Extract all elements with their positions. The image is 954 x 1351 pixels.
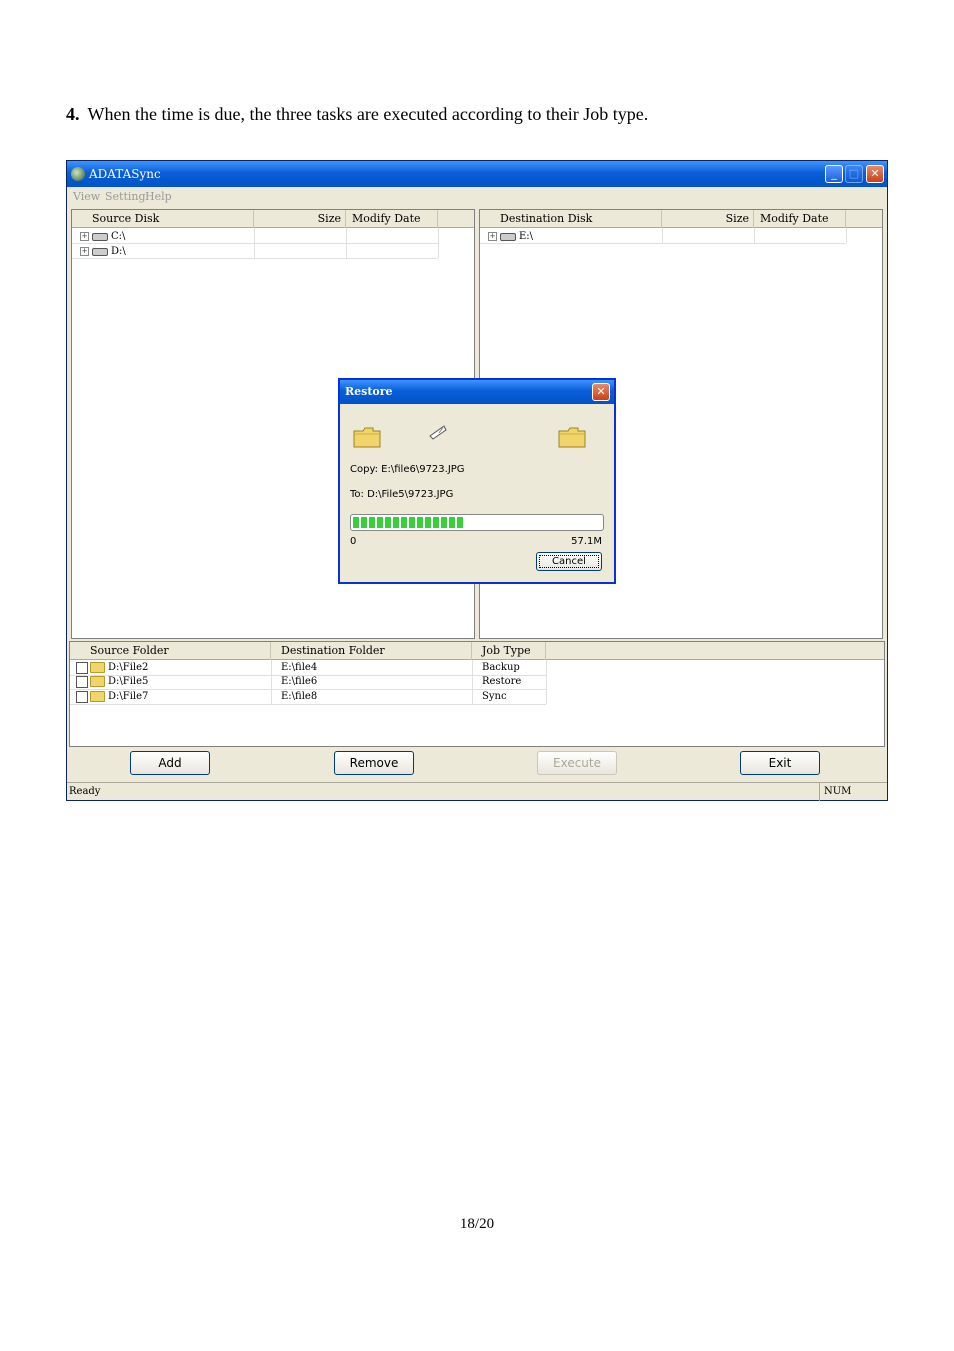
grid-line xyxy=(70,675,546,676)
status-text: Ready xyxy=(69,786,101,797)
close-icon[interactable]: ✕ xyxy=(592,383,610,401)
cancel-button[interactable]: Cancel xyxy=(536,552,602,571)
grid-line xyxy=(72,258,438,259)
col-modify-date[interactable]: Modify Date xyxy=(754,210,846,228)
copy-destination-text: To: D:\File5\9723.JPG xyxy=(350,489,454,500)
col-source-folder[interactable]: Source Folder xyxy=(70,642,271,660)
grid-line xyxy=(546,660,547,704)
progress-max-label: 57.1M xyxy=(571,536,602,547)
flying-paper-icon xyxy=(429,425,447,440)
page-number: 18/20 xyxy=(459,1216,495,1232)
close-icon[interactable]: ✕ xyxy=(866,165,884,183)
job-row[interactable]: D:\File2 E:\file4 Backup xyxy=(76,661,546,675)
menu-help[interactable]: Help xyxy=(145,190,172,203)
col-destination-folder[interactable]: Destination Folder xyxy=(271,642,472,660)
expand-icon[interactable]: + xyxy=(80,247,89,256)
step-text: When the time is due, the three tasks ar… xyxy=(87,104,649,124)
source-header: Source Disk Size Modify Date xyxy=(72,210,474,228)
menu-bar: View Setting Help xyxy=(67,187,887,207)
restore-dialog: Restore ✕ Copy: E:\file6\9723.JPG To: D:… xyxy=(338,378,616,584)
folder-icon xyxy=(90,691,105,702)
remove-button[interactable]: Remove xyxy=(334,751,414,775)
grid-line xyxy=(480,243,846,244)
folder-icon xyxy=(90,676,105,687)
job-checkbox[interactable] xyxy=(76,675,88,688)
app-logo-icon xyxy=(71,167,85,181)
folder-icon xyxy=(353,427,381,448)
grid-line xyxy=(254,228,255,258)
col-modify-date[interactable]: Modify Date xyxy=(346,210,438,228)
grid-line xyxy=(72,243,438,244)
job-list-header: Source Folder Destination Folder Job Typ… xyxy=(70,642,884,660)
grid-line xyxy=(70,704,546,705)
dialog-titlebar[interactable]: Restore ✕ xyxy=(340,380,614,404)
tree-item-c[interactable]: + C:\ xyxy=(80,230,125,244)
col-size[interactable]: Size xyxy=(254,210,346,228)
col-source-disk[interactable]: Source Disk xyxy=(72,210,254,228)
step-instruction: 4. When the time is due, the three tasks … xyxy=(66,104,648,125)
job-row[interactable]: D:\File5 E:\file6 Restore xyxy=(76,675,546,689)
job-row[interactable]: D:\File7 E:\file8 Sync xyxy=(76,690,546,704)
window-title: ADATASync xyxy=(89,167,161,181)
col-job-type[interactable]: Job Type xyxy=(472,642,546,660)
copy-progress-bar xyxy=(350,514,604,531)
grid-line xyxy=(662,228,663,243)
job-checkbox[interactable] xyxy=(76,661,88,674)
folder-icon xyxy=(90,662,105,673)
job-checkbox[interactable] xyxy=(76,690,88,703)
drive-icon xyxy=(500,232,516,241)
tree-item-e[interactable]: + E:\ xyxy=(488,230,533,244)
add-button[interactable]: Add xyxy=(130,751,210,775)
window-titlebar[interactable]: ADATASync _ □ ✕ xyxy=(67,161,887,187)
progress-min-label: 0 xyxy=(350,536,357,547)
progress-fill xyxy=(353,517,465,528)
grid-line xyxy=(846,228,847,243)
grid-line xyxy=(754,228,755,243)
dialog-title: Restore xyxy=(345,385,393,398)
execute-button[interactable]: Execute xyxy=(537,751,617,775)
copy-source-text: Copy: E:\file6\9723.JPG xyxy=(350,464,465,475)
col-destination-disk[interactable]: Destination Disk xyxy=(480,210,662,228)
expand-icon[interactable]: + xyxy=(488,232,497,241)
expand-icon[interactable]: + xyxy=(80,232,89,241)
grid-line xyxy=(271,660,272,704)
menu-setting[interactable]: Setting xyxy=(105,190,146,203)
col-size[interactable]: Size xyxy=(662,210,754,228)
status-bar: Ready NUM xyxy=(67,782,887,801)
maximize-icon[interactable]: □ xyxy=(845,165,863,183)
grid-line xyxy=(70,689,546,690)
grid-line xyxy=(472,660,473,704)
minimize-icon[interactable]: _ xyxy=(825,165,843,183)
folder-icon xyxy=(558,427,586,448)
menu-view[interactable]: View xyxy=(73,190,100,203)
step-number: 4. xyxy=(66,104,80,124)
drive-icon xyxy=(92,232,108,241)
grid-line xyxy=(438,228,439,258)
destination-header: Destination Disk Size Modify Date xyxy=(480,210,882,228)
grid-line xyxy=(346,228,347,258)
job-list[interactable]: Source Folder Destination Folder Job Typ… xyxy=(69,641,885,747)
drive-icon xyxy=(92,247,108,256)
num-lock-indicator: NUM xyxy=(819,783,884,801)
exit-button[interactable]: Exit xyxy=(740,751,820,775)
tree-item-d[interactable]: + D:\ xyxy=(80,245,126,259)
